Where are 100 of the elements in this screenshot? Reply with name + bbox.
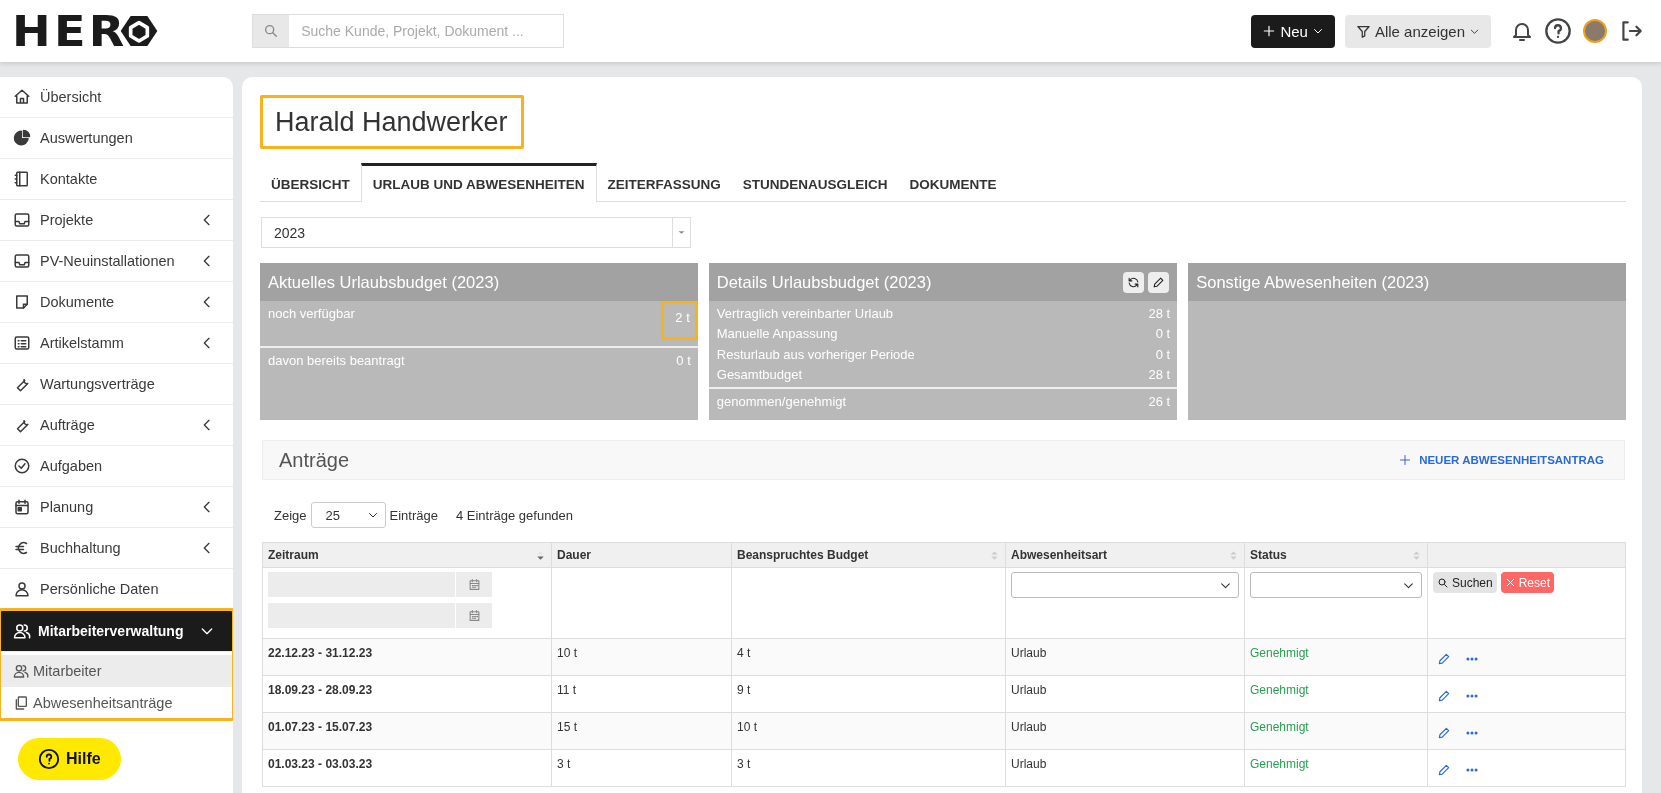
sidebar-item[interactable]: Artikelstamm — [0, 323, 233, 364]
list-icon — [13, 334, 31, 352]
year-select[interactable]: 2023 — [261, 217, 691, 248]
sidebar-item[interactable]: Projekte — [0, 200, 233, 241]
budget-value: 2 t — [661, 300, 698, 340]
address-book-icon — [13, 170, 31, 188]
sidebar-item[interactable]: Aufträge — [0, 405, 233, 446]
budget-label: Vertraglich vereinbarter Urlaub — [716, 305, 894, 321]
sidebar-item[interactable]: Mitarbeiterverwaltung — [0, 610, 233, 652]
card-title: Details Urlaubsbudget (2023) — [716, 272, 932, 292]
budget-label: davon bereits beantragt — [268, 352, 405, 368]
logo-text: HER — [12, 6, 128, 56]
tab[interactable]: ZEITERFASSUNG — [596, 163, 732, 201]
status-text: Genehmigt — [1244, 749, 1428, 787]
plus-icon — [1262, 24, 1277, 38]
calendar-icon — [467, 609, 481, 622]
users-icon — [13, 621, 31, 640]
page-size-select[interactable]: 25 — [310, 502, 386, 528]
column-header[interactable]: Beanspruchtes Budget — [737, 548, 869, 562]
new-button[interactable]: Neu — [1251, 14, 1335, 48]
length-label: Zeige — [274, 507, 307, 523]
users-icon — [13, 663, 29, 679]
table-cell: 10 t — [731, 712, 1006, 750]
table-cell: 11 t — [551, 675, 732, 713]
section-title: Anträge — [279, 448, 350, 472]
budget-value: 0 t — [1154, 325, 1172, 344]
pencil-icon — [1437, 763, 1451, 777]
calendar-icon — [13, 498, 31, 516]
sidebar-subitem[interactable]: Mitarbeiter — [0, 655, 233, 687]
date-field[interactable] — [268, 603, 492, 628]
status-text: Genehmigt — [1244, 638, 1428, 676]
status-text: Genehmigt — [1244, 712, 1428, 750]
pie-chart-icon — [13, 129, 31, 147]
copy-icon — [13, 695, 29, 711]
sidebar-item[interactable]: Buchhaltung — [0, 528, 233, 569]
calendar-icon — [467, 578, 481, 591]
table-cell: 15 t — [551, 712, 732, 750]
table-cell: 3 t — [731, 749, 1006, 787]
pencil-icon — [1437, 726, 1451, 740]
tab[interactable]: URLAUB UND ABWESENHEITEN — [360, 163, 597, 202]
tab[interactable]: ÜBERSICHT — [260, 163, 361, 201]
sidebar-item[interactable]: Auswertungen — [0, 118, 233, 159]
tab[interactable]: DOKUMENTE — [898, 163, 1008, 201]
avatar[interactable] — [1583, 19, 1607, 43]
plus-icon — [1399, 454, 1412, 466]
sidebar-item[interactable]: Planung — [0, 487, 233, 528]
sidebar-item[interactable]: PV-Neuinstallationen — [0, 241, 233, 282]
filter-button[interactable]: Alle anzeigen — [1344, 14, 1491, 48]
sidebar-item[interactable]: Persönliche Daten — [0, 569, 233, 610]
card-title: Sonstige Abwesenheiten (2023) — [1196, 272, 1430, 292]
sidebar-item[interactable]: Dokumente — [0, 282, 233, 323]
home-icon — [13, 88, 31, 106]
tab[interactable]: STUNDENAUSGLEICH — [731, 163, 899, 201]
column-header[interactable]: Status — [1250, 548, 1287, 562]
inbox-icon — [13, 252, 31, 270]
table-cell: Urlaub — [1005, 712, 1245, 750]
close-icon — [1504, 577, 1516, 588]
search-icon — [1437, 576, 1449, 589]
budget-label: Resturlaub aus vorheriger Periode — [716, 346, 915, 362]
budget-value: 0 t — [675, 351, 692, 370]
budget-label: noch verfügbar — [268, 305, 355, 321]
inbox-icon — [13, 211, 31, 229]
table-cell: 18.09.23 - 28.09.23 — [262, 675, 552, 713]
pencil-icon — [1437, 652, 1451, 666]
budget-value: 28 t — [1147, 366, 1172, 385]
table-cell: 01.07.23 - 15.07.23 — [262, 712, 552, 750]
edit-button[interactable] — [1148, 271, 1170, 293]
refresh-button[interactable] — [1123, 271, 1145, 293]
filter-icon — [1355, 23, 1371, 39]
column-header[interactable]: Zeitraum — [268, 548, 319, 562]
table-cell: 4 t — [731, 638, 1006, 676]
sidebar-subitem[interactable]: Abwesenheitsanträge — [0, 687, 233, 719]
search-button[interactable]: Suchen — [1433, 572, 1497, 593]
date-field[interactable] — [268, 572, 492, 597]
new-request-button[interactable]: NEUER ABWESENHEITSANTRAG — [1393, 453, 1610, 467]
budget-value: 28 t — [1147, 304, 1172, 323]
sidebar-item[interactable]: Kontakte — [0, 159, 233, 200]
dropdown-triangle-icon — [678, 230, 685, 235]
pencil-icon — [1437, 689, 1451, 703]
sidebar-item[interactable]: Wartungsverträge — [0, 364, 233, 405]
status-text: Genehmigt — [1244, 675, 1428, 713]
table-cell: Urlaub — [1005, 675, 1245, 713]
user-icon — [13, 580, 31, 598]
table-cell: 22.12.23 - 31.12.23 — [262, 638, 552, 676]
check-circle-icon — [13, 457, 31, 475]
column-header[interactable]: Abwesenheitsart — [1011, 548, 1108, 562]
search-field[interactable]: Suche Kunde, Projekt, Dokument ... — [252, 14, 565, 48]
sidebar-item[interactable]: Aufgaben — [0, 446, 233, 487]
table-cell: Urlaub — [1005, 749, 1245, 787]
sidebar-item[interactable]: Übersicht — [0, 77, 233, 118]
budget-label: Manuelle Anpassung — [716, 326, 838, 342]
length-label: Einträge — [389, 507, 438, 523]
budget-label: genommen/genehmigt — [716, 393, 847, 409]
help-button[interactable]: Hilfe — [18, 738, 121, 780]
column-header[interactable]: Dauer — [557, 548, 591, 562]
table-cell: 3 t — [551, 749, 732, 787]
budget-value: 26 t — [1147, 392, 1172, 411]
budget-value: 0 t — [1154, 345, 1172, 364]
search-icon — [263, 23, 280, 39]
page-title: Harald Handwerker — [260, 95, 524, 149]
